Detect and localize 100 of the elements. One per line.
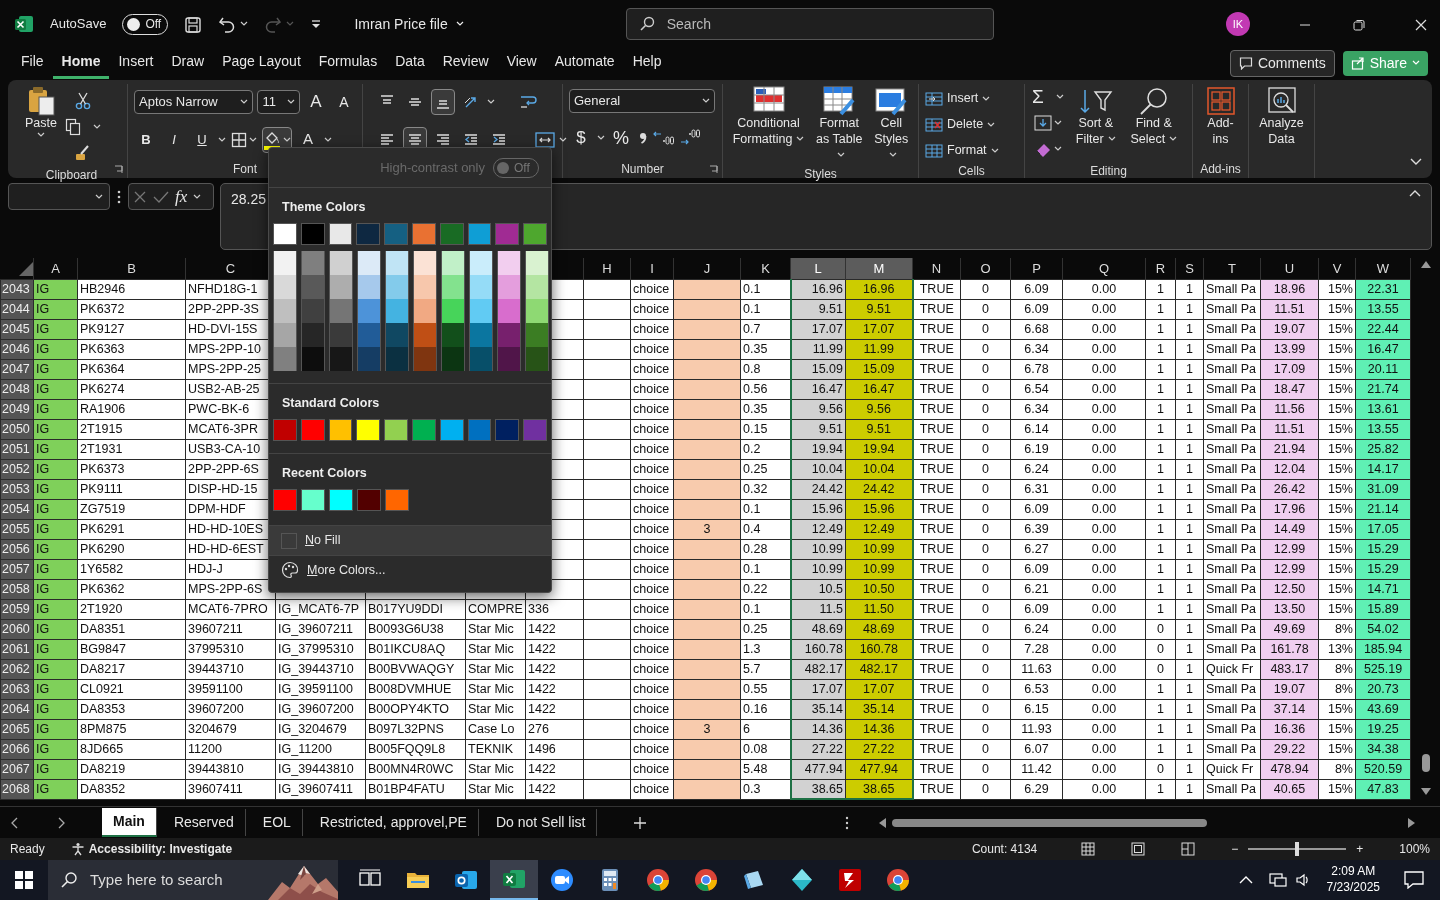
row-header[interactable]: 2055 [0, 519, 34, 539]
column-header[interactable]: Q [1062, 258, 1146, 279]
column-header[interactable]: N [912, 258, 961, 279]
column-header[interactable]: P [1010, 258, 1063, 279]
column-header[interactable]: O [960, 258, 1011, 279]
column-header[interactable]: B [77, 258, 186, 279]
italic-button[interactable]: I [162, 127, 186, 153]
row-header[interactable]: 2056 [0, 539, 34, 559]
taskbar-search-input[interactable]: Type here to search [88, 867, 258, 893]
row-header[interactable]: 2063 [0, 679, 34, 699]
row-header[interactable]: 2065 [0, 719, 34, 739]
format-as-table-button[interactable]: Format as Table [810, 84, 869, 165]
menu-tab[interactable]: Data [386, 47, 434, 79]
row-header[interactable]: 2060 [0, 619, 34, 639]
bold-button[interactable]: B [134, 127, 158, 153]
menu-tab[interactable]: Review [433, 47, 498, 79]
menu-tab[interactable]: Help [623, 47, 671, 79]
column-header[interactable]: I [630, 258, 674, 279]
sort-filter-button[interactable]: Sort & Filter [1068, 84, 1123, 162]
more-colors-item[interactable]: More Colors... [269, 555, 551, 584]
row-header[interactable]: 2050 [0, 419, 34, 439]
row-header[interactable]: 2064 [0, 699, 34, 719]
sheet-tab[interactable]: EOL [251, 809, 303, 836]
zoom-in-button[interactable]: + [1356, 840, 1364, 858]
row-header[interactable]: 2059 [0, 599, 34, 619]
row-header[interactable]: 2048 [0, 379, 34, 399]
row-header[interactable]: 2068 [0, 779, 34, 799]
sheet-tab[interactable]: Restricted, approvel,PE [308, 809, 479, 836]
find-select-button[interactable]: Find & Select [1126, 84, 1181, 162]
format-button[interactable]: Format [925, 139, 1018, 162]
percent-button[interactable]: % [609, 125, 633, 151]
sheet-tab[interactable]: Main [102, 808, 157, 837]
column-header[interactable]: H [583, 258, 631, 279]
row-header[interactable]: 2047 [0, 359, 34, 379]
conditional-formatting-button[interactable]: Conditional Formatting [729, 84, 808, 165]
sheet-tab[interactable]: Reserved [162, 809, 246, 836]
cell-styles-button[interactable]: Cell Styles [870, 84, 912, 165]
row-header[interactable]: 2058 [0, 579, 34, 599]
taskbar-search-field[interactable]: Type here to search [48, 860, 338, 900]
font-size-select[interactable]: 11 [257, 90, 300, 114]
row-header[interactable]: 2051 [0, 439, 34, 459]
underline-button[interactable]: U [190, 127, 214, 153]
menu-tab[interactable]: Automate [545, 47, 624, 79]
user-avatar[interactable]: IK [1226, 12, 1250, 36]
shrink-font-button[interactable]: A [332, 89, 356, 115]
row-header[interactable]: 2061 [0, 639, 34, 659]
search-field[interactable]: Search [625, 8, 994, 40]
number-format-select[interactable]: General [569, 89, 715, 113]
grow-font-button[interactable]: A [304, 89, 328, 115]
column-header[interactable]: V [1318, 258, 1356, 279]
row-header[interactable]: 2057 [0, 559, 34, 579]
row-header[interactable]: 2062 [0, 659, 34, 679]
row-header[interactable]: 2044 [0, 299, 34, 319]
table-cell: 16.47 [790, 379, 846, 399]
row-header[interactable]: 2049 [0, 399, 34, 419]
column-header[interactable]: S [1175, 258, 1204, 279]
row-header[interactable]: 2046 [0, 339, 34, 359]
column-header[interactable]: M [845, 258, 913, 279]
clock-time[interactable]: 2:09 AM [1326, 864, 1380, 880]
column-header[interactable]: L [790, 258, 846, 279]
sheet-tab[interactable]: Do not Sell list [484, 809, 598, 836]
row-header[interactable]: 2043 [0, 279, 34, 299]
column-header[interactable]: A [33, 258, 78, 279]
paste-button[interactable]: Paste [22, 84, 60, 166]
row-header[interactable]: 2066 [0, 739, 34, 759]
add-ins-button[interactable]: Add-ins [1199, 84, 1242, 160]
clock-date[interactable]: 7/23/2025 [1326, 880, 1380, 896]
row-header[interactable]: 2045 [0, 319, 34, 339]
row-header[interactable]: 2053 [0, 479, 34, 499]
row-header[interactable]: 2054 [0, 499, 34, 519]
zoom-out-button[interactable]: − [1231, 840, 1239, 858]
row-header[interactable]: 2067 [0, 759, 34, 779]
font-select[interactable]: Aptos Narrow [134, 90, 254, 114]
comments-button[interactable]: Comments [1229, 49, 1335, 77]
menu-tab[interactable]: Draw [162, 47, 214, 79]
column-header[interactable]: R [1145, 258, 1176, 279]
menu-tab[interactable]: View [497, 47, 546, 79]
currency-button[interactable]: $ [569, 125, 593, 151]
zoom-percent[interactable]: 100% [1399, 840, 1430, 858]
insert-function-button[interactable]: fx [175, 183, 188, 210]
search-input[interactable]: Search [664, 12, 965, 36]
column-header[interactable]: T [1203, 258, 1261, 279]
table-cell: 0 [960, 279, 1011, 299]
column-header[interactable]: W [1355, 258, 1411, 279]
menu-tab[interactable]: Formulas [309, 47, 387, 79]
menu-tab[interactable]: Insert [109, 47, 163, 79]
delete-button[interactable]: Delete [925, 113, 1018, 136]
menu-tab[interactable]: Page Layout [213, 47, 310, 79]
analyze-data-button[interactable]: Analyze Data [1255, 84, 1308, 160]
autosum-button[interactable]: Σ [1031, 84, 1065, 110]
column-header[interactable]: U [1260, 258, 1319, 279]
menu-tab[interactable]: File [12, 47, 53, 79]
column-header[interactable]: K [740, 258, 791, 279]
no-fill-item[interactable]: No Fill [269, 526, 551, 555]
insert-button[interactable]: Insert [925, 87, 1018, 110]
row-header[interactable]: 2052 [0, 459, 34, 479]
table-cell: 16.96 [790, 279, 846, 299]
column-header[interactable]: J [673, 258, 741, 279]
accessibility-status[interactable]: Accessibility: Investigate [88, 840, 233, 858]
file-name-button[interactable]: Imran Price file [354, 13, 464, 35]
